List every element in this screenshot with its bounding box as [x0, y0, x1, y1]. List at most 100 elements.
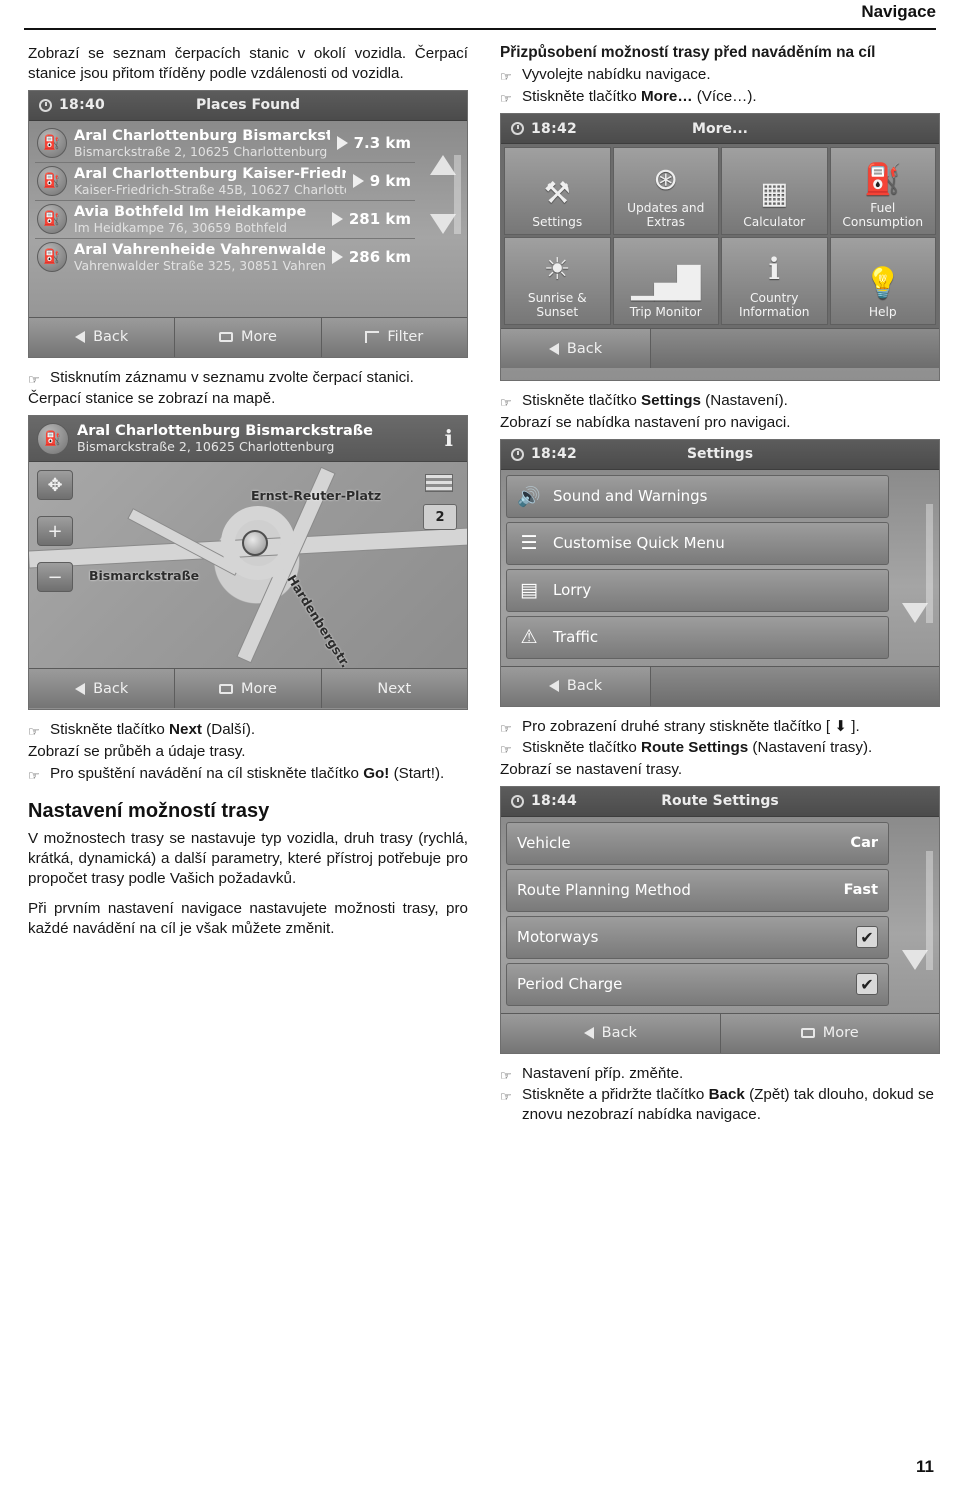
back-button-label: Back [93, 329, 129, 346]
settings-row-label: Customise Quick Menu [553, 534, 725, 553]
route-row-value: Car [850, 835, 878, 852]
period-charge-checkbox[interactable]: ✔ [856, 973, 878, 996]
updates-icon: ⊛ [653, 162, 679, 198]
settings-row-lorry[interactable]: ▤ Lorry [506, 568, 889, 612]
arrow-left-icon [548, 342, 559, 355]
bar-chart-icon: ▁▄█ [631, 266, 701, 302]
back-button[interactable]: Back [501, 666, 651, 706]
filter-icon [365, 331, 380, 344]
settings-row-sound-and-warnings[interactable]: 🔊 Sound and Warnings [506, 474, 889, 518]
map-zoom-in-button[interactable]: + [37, 516, 73, 547]
route-row-route-planning-method[interactable]: Route Planning Method Fast [506, 868, 889, 912]
menu-item-updates-and-extras[interactable]: ⊛ Updates and Extras [612, 147, 719, 236]
map-canvas[interactable]: Ernst-Reuter-Platz Bismarckstraße Harden… [29, 462, 467, 669]
menu-item-settings[interactable]: ⚒ Settings [504, 147, 611, 236]
fuel-canister-icon: ⛽ [864, 162, 902, 198]
list-item[interactable]: ⛽ Aral Vahrenheide Vahrenwalder Straße V… [35, 239, 415, 276]
bullet-select-record-text: Stisknutím záznamu v seznamu zvolte čerp… [50, 368, 414, 386]
bullet-route-settings-text: Stiskněte tlačítko Route Settings (Nasta… [522, 739, 873, 757]
list-item[interactable]: ⛽ Aral Charlottenburg Kaiser-Friedrich-S… [35, 163, 415, 201]
next-button-label: Next [377, 680, 412, 697]
settings-row-traffic[interactable]: ⚠ Traffic [506, 615, 889, 659]
section-para-1: V možnostech trasy se nastavuje typ vozi… [28, 830, 468, 888]
back-button[interactable]: Back [501, 1013, 721, 1053]
bullet-press-next-text: Stiskněte tlačítko Next (Další). [50, 721, 256, 739]
back-button[interactable]: Back [29, 669, 176, 709]
menu-item-sunrise-sunset[interactable]: ☀ Sunrise & Sunset [504, 237, 611, 326]
place-distance: 286 km [348, 248, 411, 267]
pointing-hand-icon: ☞ [500, 90, 512, 106]
map-zoom-out-button[interactable]: − [37, 562, 73, 593]
menu-item-trip-monitor[interactable]: ▁▄█ Trip Monitor [612, 237, 719, 326]
bullet-press-next: ☞ Stiskněte tlačítko Next (Další). [28, 720, 468, 741]
map-screenshot: ⛽ Aral Charlottenburg Bismarckstraße Bis… [28, 415, 468, 711]
map-pan-button[interactable]: ✥ [37, 470, 73, 501]
route-screen-time: 18:44 [531, 793, 578, 810]
motorways-checkbox[interactable]: ✔ [856, 926, 878, 949]
header-title: Navigace [861, 2, 936, 21]
menu-item-help[interactable]: 💡 Help [829, 237, 936, 326]
more-icon [219, 332, 234, 343]
back-button-label: Back [93, 680, 129, 697]
bullet-press-more-text: Stiskněte tlačítko More… (Více…). [522, 87, 757, 105]
back-button[interactable]: Back [29, 317, 176, 357]
map-poi-header: ⛽ Aral Charlottenburg Bismarckstraße Bis… [29, 416, 467, 463]
route-row-vehicle[interactable]: Vehicle Car [506, 821, 889, 865]
more-button-bar: Back [501, 328, 939, 369]
settings-row-customise-quick-menu[interactable]: ☰ Customise Quick Menu [506, 521, 889, 565]
fuel-station-icon: ⛽ [37, 422, 69, 455]
map-label-street2: Hardenbergstr. [284, 572, 354, 669]
place-distance: 7.3 km [353, 134, 411, 153]
route-row-period-charge[interactable]: Period Charge ✔ [506, 962, 889, 1006]
list-item[interactable]: ⛽ Aral Charlottenburg Bismarckstraße Bis… [35, 125, 415, 163]
section-para-2: Při prvním nastavení navigace nastavujet… [28, 899, 468, 937]
filter-button-label: Filter [387, 329, 424, 346]
pointing-hand-icon: ☞ [28, 767, 40, 783]
menu-icon: ☰ [520, 532, 538, 555]
more-button-label: More [241, 680, 277, 697]
map-lane-icon [425, 474, 453, 493]
place-name: Avia Bothfeld Im Heidkampe [74, 203, 307, 220]
menu-item-label: Updates and Extras [627, 201, 705, 230]
pointing-hand-icon: ☞ [500, 1089, 512, 1105]
route-settings-screenshot: 18:44 Route Settings Vehicle Car Route P… [500, 785, 940, 1054]
route-row-motorways[interactable]: Motorways ✔ [506, 915, 889, 959]
more-button-label: More [241, 329, 277, 346]
place-name: Aral Vahrenheide Vahrenwalder Straße [74, 241, 325, 258]
arrow-left-icon [75, 331, 86, 344]
clock-icon [511, 794, 524, 808]
page-header: Navigace [0, 0, 960, 30]
places-screen-body: ⛽ Aral Charlottenburg Bismarckstraße Bis… [29, 121, 467, 278]
more-button[interactable]: More [175, 317, 322, 357]
list-item[interactable]: ⛽ Avia Bothfeld Im Heidkampe Im Heidkamp… [35, 201, 415, 239]
menu-item-calculator[interactable]: ▦ Calculator [721, 147, 828, 236]
place-address: Vahrenwalder Straße 325, 30851 Vahrenhei… [74, 257, 325, 273]
bullet-press-settings: ☞ Stiskněte tlačítko Settings (Nastavení… [500, 391, 940, 412]
after-settings-text: Zobrazí se nabídka nastavení pro navigac… [500, 413, 791, 431]
page-number: 11 [916, 1457, 934, 1476]
arrow-left-icon [548, 680, 559, 693]
info-icon[interactable]: i [445, 426, 459, 452]
tools-icon: ⚒ [543, 176, 571, 212]
more-button[interactable]: More [175, 669, 322, 709]
menu-item-fuel-consumption[interactable]: ⛽ Fuel Consumption [829, 147, 936, 236]
more-button[interactable]: More [720, 1013, 939, 1053]
filter-button[interactable]: Filter [321, 317, 467, 357]
route-button-bar: Back More [501, 1012, 939, 1053]
back-button[interactable]: Back [501, 329, 651, 369]
left-column: Zobrazí se seznam čerpacích stanic v oko… [28, 44, 468, 941]
document-page: Navigace Zobrazí se seznam čerpacích sta… [0, 0, 960, 1499]
place-distance-group: 286 km [331, 248, 413, 267]
bullet-press-settings-text: Stiskněte tlačítko Settings (Nastavení). [522, 392, 788, 410]
clock-icon [511, 447, 524, 461]
settings-screen-time: 18:42 [531, 446, 578, 463]
menu-item-label: Country Information [738, 291, 810, 320]
bullet-second-page: ☞ Pro zobrazení druhé strany stiskněte t… [500, 717, 940, 738]
menu-item-label: Sunrise & Sunset [527, 291, 587, 320]
route-row-label: Route Planning Method [517, 881, 691, 900]
next-button[interactable]: Next [321, 669, 467, 709]
map-area: ⛽ Aral Charlottenburg Bismarckstraße Bis… [29, 416, 467, 669]
settings-list: 🔊 Sound and Warnings ☰ Customise Quick M… [501, 470, 939, 667]
menu-item-country-information[interactable]: ℹ Country Information [721, 237, 828, 326]
place-distance: 281 km [348, 210, 411, 229]
